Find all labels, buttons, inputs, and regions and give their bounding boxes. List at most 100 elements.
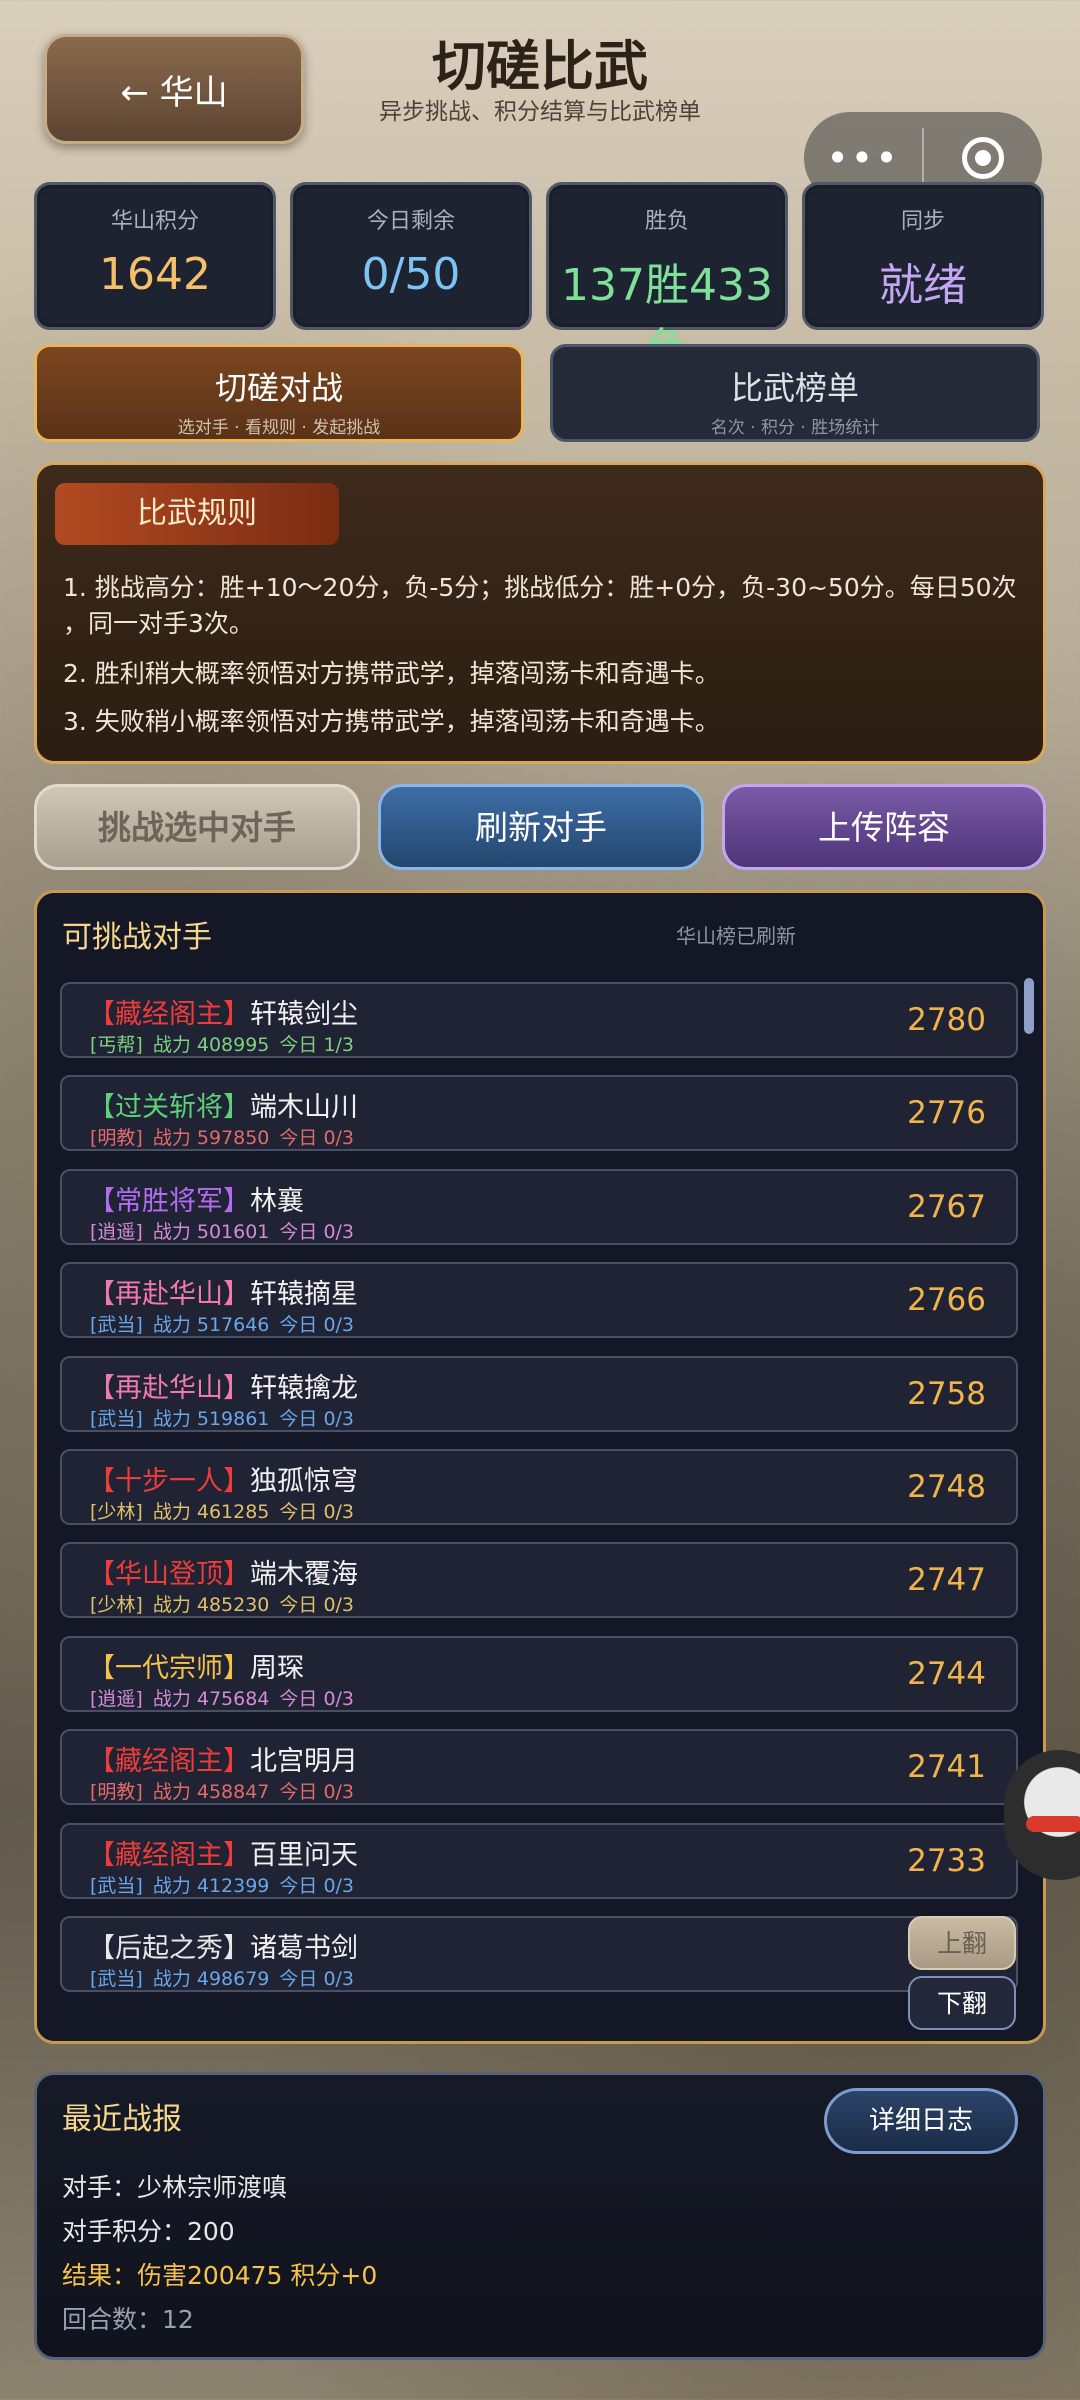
refresh-opponents-button[interactable]: 刷新对手	[378, 784, 704, 870]
opponent-player-name: 周琛	[250, 1653, 304, 1684]
opponents-title: 可挑战对手	[62, 920, 212, 955]
opponent-title-badge: 【过关斩将】	[88, 1092, 250, 1123]
opponent-score: 2758	[907, 1376, 986, 1412]
opponent-name: 【再赴华山】轩辕擒龙	[88, 1366, 358, 1405]
opponent-power: 战力 475684	[152, 1688, 270, 1710]
stat-value: 1642	[99, 249, 211, 300]
opponent-sect: [武当]	[90, 1408, 143, 1430]
opponent-today: 今日 0/3	[279, 1408, 355, 1430]
stat-label: 华山积分	[110, 209, 199, 234]
opponent-score: 2747	[907, 1562, 986, 1598]
opponent-row[interactable]: 【藏经阁主】北宫明月 [明教] 战力 458847 今日 0/3 2741	[60, 1729, 1018, 1805]
opponent-name: 【十步一人】独孤惊穹	[88, 1459, 358, 1498]
opponent-power: 战力 519861	[152, 1408, 270, 1430]
opponent-sect: [武当]	[90, 1968, 143, 1990]
battle-report-title: 最近战报	[62, 2102, 182, 2137]
opponent-row[interactable]: 【藏经阁主】轩辕剑尘 [丐帮] 战力 408995 今日 1/3 2780	[60, 982, 1018, 1058]
opponent-today: 今日 0/3	[279, 1221, 355, 1243]
challenge-selected-button[interactable]: 挑战选中对手	[34, 784, 360, 870]
opponent-player-name: 轩辕剑尘	[250, 999, 358, 1030]
opponent-title-badge: 【藏经阁主】	[88, 999, 250, 1030]
opponent-info: [逍遥] 战力 501601 今日 0/3	[90, 1217, 354, 1244]
opponent-name: 【再赴华山】轩辕摘星	[88, 1272, 358, 1311]
opponent-row[interactable]: 【十步一人】独孤惊穹 [少林] 战力 461285 今日 0/3 2748	[60, 1449, 1018, 1525]
opponent-row[interactable]: 【华山登顶】端木覆海 [少林] 战力 485230 今日 0/3 2747	[60, 1542, 1018, 1618]
opponent-player-name: 轩辕摘星	[250, 1279, 358, 1310]
opponent-player-name: 林襄	[250, 1186, 304, 1217]
rule-line-2: 2. 胜利稍大概率领悟对方携带武学，掉落闯荡卡和奇遇卡。	[63, 659, 720, 688]
opponent-today: 今日 0/3	[279, 1781, 355, 1803]
opponent-sect: [逍遥]	[90, 1688, 143, 1710]
opponent-row[interactable]: 【藏经阁主】百里问天 [武当] 战力 412399 今日 0/3 2733	[60, 1823, 1018, 1899]
opponent-power: 战力 408995	[152, 1034, 270, 1056]
opponent-power: 战力 517646	[152, 1314, 270, 1336]
battle-report-line: 回合数：12	[62, 2305, 194, 2334]
page-up-button[interactable]: 上翻	[908, 1916, 1016, 1970]
opponent-score: 2744	[907, 1656, 986, 1692]
opponent-row[interactable]: 【一代宗师】周琛 [逍遥] 战力 475684 今日 0/3 2744	[60, 1636, 1018, 1712]
opponent-info: [明教] 战力 458847 今日 0/3	[90, 1777, 354, 1804]
opponent-power: 战力 412399	[152, 1875, 270, 1897]
opponent-power: 战力 597850	[152, 1127, 270, 1149]
opponent-title-badge: 【再赴华山】	[88, 1373, 250, 1404]
opponent-score: 2741	[907, 1749, 986, 1785]
opponent-row[interactable]: 【再赴华山】轩辕擒龙 [武当] 战力 519861 今日 0/3 2758	[60, 1356, 1018, 1432]
refresh-status: 华山榜已刷新	[676, 924, 796, 948]
opponent-today: 今日 0/3	[279, 1501, 355, 1523]
opponent-title-badge: 【后起之秀】	[88, 1933, 250, 1964]
list-scrollbar[interactable]	[1024, 978, 1034, 1034]
rule-line-3: 3. 失败稍小概率领悟对方携带武学，掉落闯荡卡和奇遇卡。	[63, 707, 720, 736]
opponent-player-name: 诸葛书剑	[250, 1933, 358, 1964]
battle-report-line: 对手：少林宗师渡嗔	[62, 2173, 288, 2202]
opponent-info: [武当] 战力 498679 今日 0/3	[90, 1964, 354, 1991]
stat-label: 今日剩余	[366, 209, 455, 234]
opponent-info: [少林] 战力 485230 今日 0/3	[90, 1590, 354, 1617]
close-mini-program-icon[interactable]	[924, 137, 1042, 179]
tab-duel[interactable]: 切磋对战 选对手 · 看规则 · 发起挑战	[34, 344, 524, 442]
page-down-button[interactable]: 下翻	[908, 1976, 1016, 2030]
opponent-sect: [逍遥]	[90, 1221, 143, 1243]
opponent-title-badge: 【一代宗师】	[88, 1653, 250, 1684]
opponent-today: 今日 0/3	[279, 1968, 355, 1990]
opponent-title-badge: 【华山登顶】	[88, 1559, 250, 1590]
opponent-info: [明教] 战力 597850 今日 0/3	[90, 1123, 354, 1150]
opponent-sect: [武当]	[90, 1314, 143, 1336]
opponent-info: [丐帮] 战力 408995 今日 1/3	[90, 1030, 354, 1057]
tab-duel-sub: 选对手 · 看规则 · 发起挑战	[177, 418, 381, 438]
opponent-power: 战力 501601	[152, 1221, 270, 1243]
opponent-name: 【藏经阁主】北宫明月	[88, 1739, 358, 1778]
opponent-name: 【后起之秀】诸葛书剑	[88, 1926, 358, 1965]
opponent-title-badge: 【藏经阁主】	[88, 1746, 250, 1777]
opponent-player-name: 端木山川	[250, 1092, 358, 1123]
opponent-today: 今日 0/3	[279, 1127, 355, 1149]
rule-line-1: 1. 挑战高分：胜+10～20分，负-5分；挑战低分：胜+0分，负-30~50分…	[63, 573, 1017, 602]
opponent-today: 今日 0/3	[279, 1594, 355, 1616]
opponent-info: [少林] 战力 461285 今日 0/3	[90, 1497, 354, 1524]
opponent-row[interactable]: 【常胜将军】林襄 [逍遥] 战力 501601 今日 0/3 2767	[60, 1169, 1018, 1245]
stat-card: 华山积分 1642	[34, 182, 276, 330]
opponent-name: 【一代宗师】周琛	[88, 1646, 304, 1685]
opponent-info: [逍遥] 战力 475684 今日 0/3	[90, 1684, 354, 1711]
opponent-sect: [丐帮]	[90, 1034, 143, 1056]
opponent-name: 【常胜将军】林襄	[88, 1179, 304, 1218]
detail-log-button[interactable]: 详细日志	[824, 2088, 1018, 2154]
opponent-player-name: 端木覆海	[250, 1559, 358, 1590]
tab-leaderboard[interactable]: 比武榜单 名次 · 积分 · 胜场统计	[550, 344, 1040, 442]
opponent-sect: [明教]	[90, 1781, 143, 1803]
opponent-sect: [少林]	[90, 1501, 143, 1523]
opponent-name: 【华山登顶】端木覆海	[88, 1552, 358, 1591]
upload-lineup-button[interactable]: 上传阵容	[722, 784, 1046, 870]
opponent-score: 2767	[907, 1189, 986, 1225]
opponent-row[interactable]: 【后起之秀】诸葛书剑[武当]战力 498679今日 0/32730	[60, 1916, 1018, 1992]
opponent-title-badge: 【藏经阁主】	[88, 1840, 250, 1871]
more-menu-icon[interactable]: •••	[804, 136, 922, 180]
opponent-title-badge: 【十步一人】	[88, 1466, 250, 1497]
opponent-today: 今日 0/3	[279, 1688, 355, 1710]
opponent-row[interactable]: 【再赴华山】轩辕摘星 [武当] 战力 517646 今日 0/3 2766	[60, 1262, 1018, 1338]
opponent-player-name: 百里问天	[250, 1840, 358, 1871]
page-title: 切磋比武	[432, 35, 648, 98]
opponent-row[interactable]: 【过关斩将】端木山川 [明教] 战力 597850 今日 0/3 2776	[60, 1075, 1018, 1151]
opponent-title-badge: 【再赴华山】	[88, 1279, 250, 1310]
opponent-power: 战力 498679	[152, 1968, 270, 1990]
stat-card: 今日剩余 0/50	[290, 182, 532, 330]
